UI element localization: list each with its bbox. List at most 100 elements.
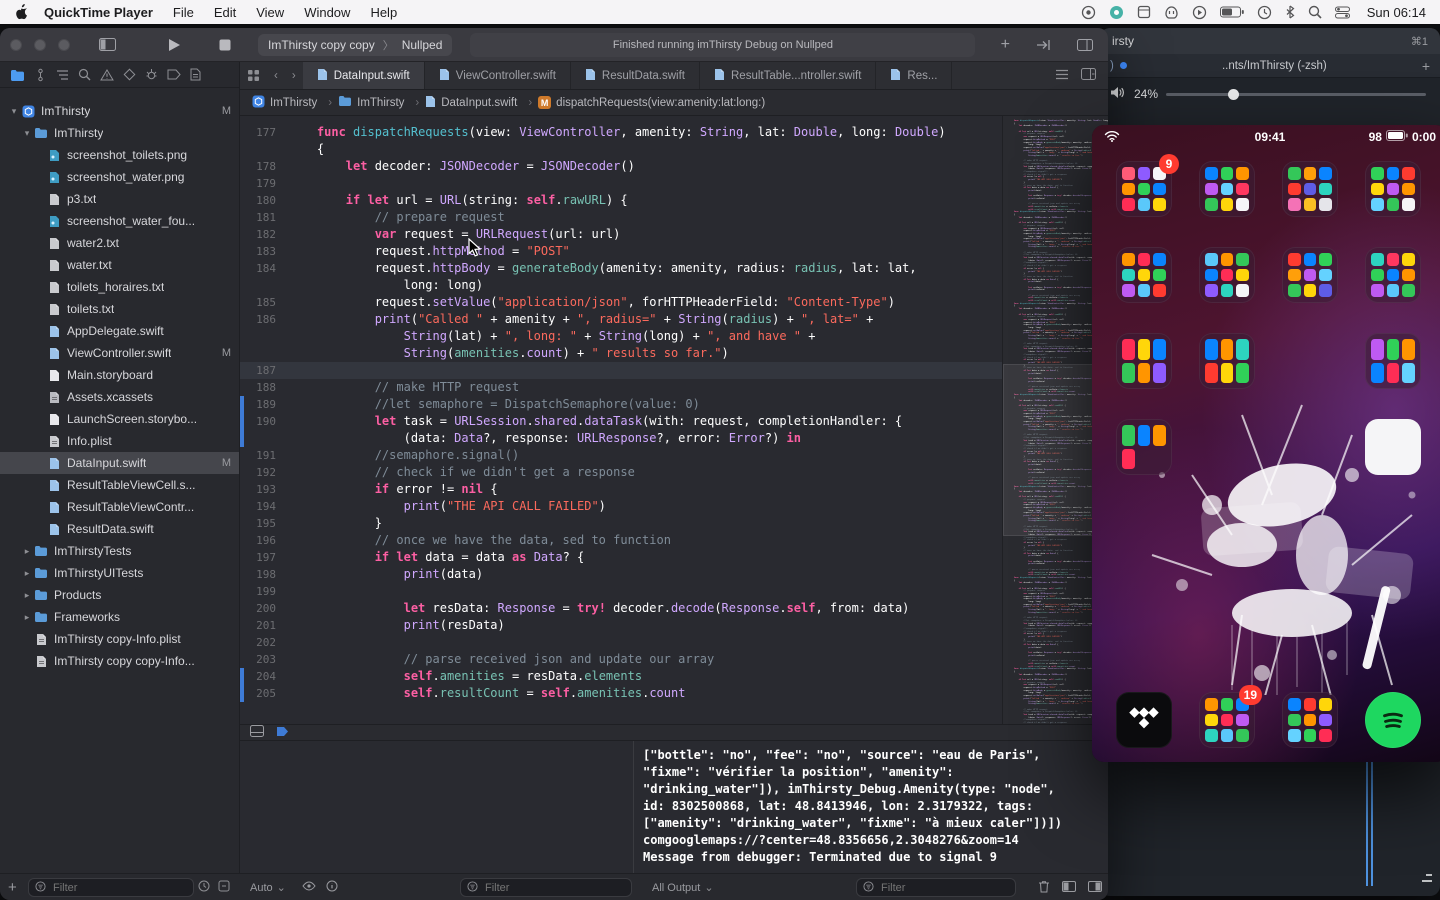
spotlight-icon[interactable] xyxy=(1308,5,1322,19)
info-icon[interactable] xyxy=(326,880,338,895)
volume-slider[interactable] xyxy=(1166,93,1426,96)
disclosure-open-icon[interactable] xyxy=(21,128,33,139)
back-icon[interactable]: ‹ xyxy=(267,62,285,89)
move-right-icon[interactable] xyxy=(1031,36,1056,54)
sidebar-item[interactable]: LaunchScreen.storybo... xyxy=(0,408,239,430)
sidebar-item[interactable]: ViewController.swiftM xyxy=(0,342,239,364)
sidebar-item[interactable]: toilets.txt xyxy=(0,298,239,320)
code-line[interactable]: 205 self.resultCount = self.amenities.co… xyxy=(240,685,1002,702)
xcode-window[interactable]: ImThirsty copy copy 〉 Nullped Finished r… xyxy=(0,28,1108,900)
screen-record-icon[interactable] xyxy=(1081,5,1096,20)
variables-pane-toggle-icon[interactable] xyxy=(1062,881,1076,895)
sidebar-item[interactable]: screenshot_toilets.png xyxy=(0,144,239,166)
code-line[interactable]: 179 xyxy=(240,175,1002,192)
quicktime-window[interactable]: 09:41 98 0:00 9 19 xyxy=(1092,125,1440,762)
project-navigator-icon[interactable] xyxy=(10,69,25,81)
issues-icon[interactable] xyxy=(100,69,114,81)
add-item-icon[interactable]: + xyxy=(996,36,1015,54)
sidebar-item[interactable]: ImThirsty copy copy-Info... xyxy=(0,650,239,672)
find-icon[interactable] xyxy=(78,68,91,81)
code-line[interactable]: 186 print("Called " + amenity + ", radiu… xyxy=(240,311,1002,328)
sourcecontrol-filter-icon[interactable] xyxy=(218,880,230,895)
sidebar-item[interactable]: water2.txt xyxy=(0,232,239,254)
symbols-icon[interactable] xyxy=(56,69,69,81)
code-line[interactable]: 201 print(resData) xyxy=(240,617,1002,634)
code-editor[interactable]: 177 func dispatchRequests(view: ViewCont… xyxy=(240,116,1002,724)
sidebar-item[interactable]: ImThirsty copy-Info.plist xyxy=(0,628,239,650)
add-file-button[interactable]: + xyxy=(8,879,17,896)
tests-icon[interactable] xyxy=(123,68,136,81)
code-line[interactable]: { xyxy=(240,141,1002,158)
code-line[interactable]: 194 print("THE API CALL FAILED") xyxy=(240,498,1002,515)
console-pane-icon[interactable] xyxy=(250,724,264,742)
sidebar-item[interactable]: Frameworks xyxy=(0,606,239,628)
breadcrumb-item[interactable]: DataInput.swift xyxy=(425,95,532,111)
active-app-menu[interactable]: QuickTime Player xyxy=(34,5,163,20)
sidebar-item[interactable]: ImThirstyUITests xyxy=(0,562,239,584)
sidebar-item[interactable]: screenshot_water_fou... xyxy=(0,210,239,232)
code-line[interactable]: 198 print(data) xyxy=(240,566,1002,583)
sidebar-item[interactable]: water.txt xyxy=(0,254,239,276)
forward-icon[interactable]: › xyxy=(285,62,303,89)
hand-icon[interactable] xyxy=(1164,5,1179,19)
sidebar-item[interactable]: ResultTableViewContr... xyxy=(0,496,239,518)
code-line[interactable]: 177 func dispatchRequests(view: ViewCont… xyxy=(240,124,1002,141)
code-line[interactable]: 193 if error != nil { xyxy=(240,481,1002,498)
editor-tab[interactable]: ViewController.swift xyxy=(425,62,571,89)
eye-icon[interactable] xyxy=(302,881,316,894)
add-editor-icon[interactable] xyxy=(1081,68,1096,83)
code-line[interactable]: long: long) xyxy=(240,277,1002,294)
editor-tab[interactable]: Res... xyxy=(876,62,952,89)
breakpoints-toggle-icon[interactable] xyxy=(276,724,289,742)
run-button[interactable] xyxy=(163,38,186,52)
sidebar-item[interactable]: p3.txt xyxy=(0,188,239,210)
navigator-filter-field[interactable] xyxy=(28,878,194,897)
sidebar-item[interactable]: Products xyxy=(0,584,239,606)
zoom-button[interactable] xyxy=(58,39,70,51)
code-line[interactable]: 200 let resData: Response = try! decoder… xyxy=(240,600,1002,617)
code-line[interactable]: 190 let task = URLSession.shared.dataTas… xyxy=(240,413,1002,430)
console-divider[interactable] xyxy=(633,741,634,873)
code-line[interactable]: 197 if let data = data as Data? { xyxy=(240,549,1002,566)
sidebar-item[interactable]: Main.storyboard xyxy=(0,364,239,386)
variables-view-scope[interactable]: Auto xyxy=(250,881,286,894)
tab-overview-icon[interactable] xyxy=(240,62,267,89)
play-circle-icon[interactable] xyxy=(1192,5,1207,20)
sidebar-toggle-icon[interactable] xyxy=(94,38,121,51)
sidebar-item[interactable]: Info.plist xyxy=(0,430,239,452)
editor-tab[interactable]: DataInput.swift xyxy=(303,62,425,89)
code-line[interactable]: 178 let decoder: JSONDecoder = JSONDecod… xyxy=(240,158,1002,175)
terminal-tab[interactable]: ..nts/ImThirsty (-zsh) xyxy=(1133,60,1416,72)
breadcrumb-item[interactable]: MdispatchRequests(view:amenity:lat:long:… xyxy=(538,96,765,109)
sidebar-item[interactable]: toilets_horaires.txt xyxy=(0,276,239,298)
trash-icon[interactable] xyxy=(1038,880,1050,896)
menu-bar-clock[interactable]: Sun 06:14 xyxy=(1363,5,1426,20)
sidebar-item[interactable]: ImThirstyM xyxy=(0,100,239,122)
debug-icon[interactable] xyxy=(145,68,158,81)
scheme-selector[interactable]: ImThirsty copy copy 〉 Nullped xyxy=(258,34,452,56)
disclosure-closed-icon[interactable] xyxy=(21,546,33,557)
code-line[interactable]: 187 xyxy=(240,362,1002,379)
code-line[interactable]: (data: Data?, response: URLResponse?, er… xyxy=(240,430,1002,447)
reports-icon[interactable] xyxy=(190,68,201,81)
terminal-titlebar[interactable]: irsty ⌘1 xyxy=(1100,28,1440,54)
code-line[interactable]: 189 //let semaphore = DispatchSemaphore(… xyxy=(240,396,1002,413)
menu-file[interactable]: File xyxy=(163,5,204,20)
console-filter-input[interactable] xyxy=(879,881,1009,895)
breadcrumb-item[interactable]: ImThirsty xyxy=(338,95,419,110)
menu-view[interactable]: View xyxy=(246,5,294,20)
breakpoints-icon[interactable] xyxy=(167,69,181,80)
code-line[interactable]: 188 // make HTTP request xyxy=(240,379,1002,396)
sidebar-item[interactable]: screenshot_water.png xyxy=(0,166,239,188)
code-line[interactable]: String(amenities.count) + " results so f… xyxy=(240,345,1002,362)
code-line[interactable]: String(lat) + ", long: " + String(long) … xyxy=(240,328,1002,345)
box-icon[interactable] xyxy=(1137,5,1151,19)
editor-list-icon[interactable] xyxy=(1055,69,1069,83)
code-line[interactable]: 184 request.httpBody = generateBody(amen… xyxy=(240,260,1002,277)
terminal-tab-bar[interactable]: ) ..nts/ImThirsty (-zsh) + xyxy=(1100,54,1440,78)
console-output-scope[interactable]: All Output xyxy=(652,881,714,894)
editor-layout-icon[interactable] xyxy=(1072,36,1098,54)
teal-app-icon[interactable] xyxy=(1109,5,1124,20)
sidebar-item[interactable]: ImThirstyTests xyxy=(0,540,239,562)
source-control-icon[interactable] xyxy=(34,68,47,82)
